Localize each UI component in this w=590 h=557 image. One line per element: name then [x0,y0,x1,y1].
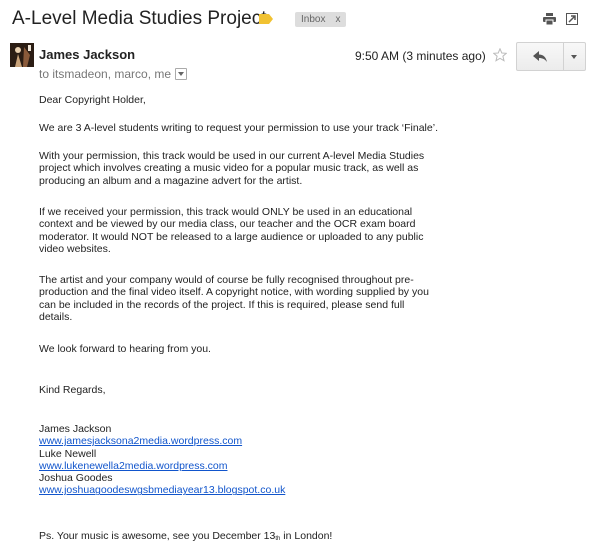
paragraph-4-line: production and the final video itself. A… [39,286,429,299]
paragraph-3-line: video websites. [39,242,111,255]
signature-name: Joshua Goodes [39,472,113,485]
signature-link[interactable]: www.lukenewella2media.wordpress.com [39,460,285,472]
signature-name: James Jackson [39,423,112,435]
paragraph-3-line: context and be viewed by our media class… [39,218,416,231]
paragraph-2-line: producing an album and a magazine advert… [39,174,303,187]
avatar-image [10,43,34,67]
paragraph-3-line: If we received your permission, this tra… [39,206,413,218]
postscript: Ps. Your music is awesome, see you Decem… [39,530,332,545]
postscript-text: Ps. Your music is awesome, see you Decem… [39,530,276,542]
email-subject: A-Level Media Studies Project [12,8,267,29]
paragraph-3-line: moderator. It would NOT be released to a… [39,230,424,243]
remove-label-button[interactable]: x [335,14,340,25]
signature-link[interactable]: www.joshuagoodeswgsbmediayear13.blogspot… [39,484,285,496]
recipients-text: to itsmadeon, marco, me [39,67,172,81]
paragraph-5: We look forward to hearing from you. [39,343,211,355]
paragraph-4-line: The artist and your company would of cou… [39,274,414,286]
paragraph-3: If we received your permission, this tra… [39,206,423,255]
more-actions-button[interactable] [564,43,585,70]
paragraph-2: With your permission, this track would b… [39,150,424,187]
postscript-text-end: in London! [280,530,333,542]
paragraph-2-line: project which involves creating a music … [39,162,419,175]
label-chip-text: Inbox [301,14,326,25]
inbox-label-chip[interactable]: Inbox x [295,12,347,27]
sender-name[interactable]: James Jackson [39,47,135,62]
reply-arrow-icon [533,51,547,62]
importance-marker-icon[interactable] [259,14,273,24]
paragraph-4-line: can be included in the records of the pr… [39,298,405,311]
sender-avatar[interactable] [10,43,34,67]
signature-link[interactable]: www.jamesjacksona2media.wordpress.com [39,435,285,447]
paragraph-4: The artist and your company would of cou… [39,274,429,323]
signature-block: James Jackson www.jamesjacksona2media.wo… [39,423,285,497]
star-icon[interactable] [493,48,507,62]
subject-bar: A-Level Media Studies Project Inbox x [0,0,590,38]
paragraph-2-line: With your permission, this track would b… [39,150,425,162]
paragraph-1: We are 3 A-level students writing to req… [39,122,438,134]
paragraph-4-line: details. [39,310,73,323]
show-details-button[interactable] [175,68,188,80]
reply-button-group [516,42,586,71]
recipients-line: to itsmadeon, marco, me [39,67,188,81]
sign-off: Kind Regards, [39,384,106,396]
message-timestamp: 9:50 AM (3 minutes ago) [355,49,486,63]
new-window-icon[interactable] [566,13,578,25]
greeting: Dear Copyright Holder, [39,94,146,106]
reply-button[interactable] [517,43,564,70]
signature-name: Luke Newell [39,447,97,460]
print-icon[interactable] [543,13,556,25]
